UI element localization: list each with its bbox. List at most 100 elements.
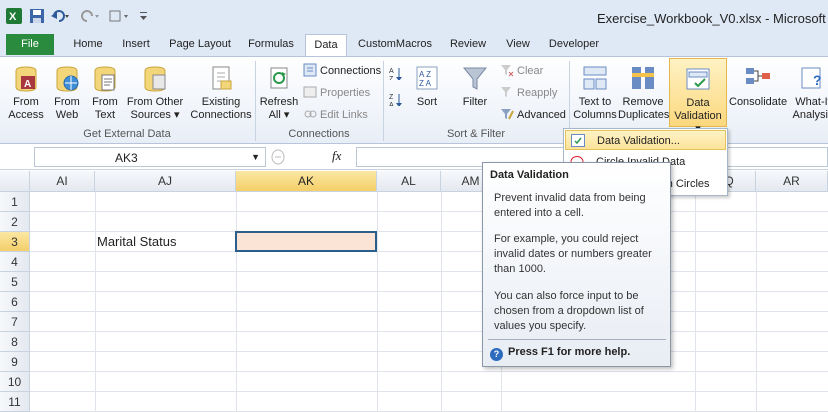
filter-label: Filter bbox=[462, 96, 488, 108]
consolidate-label-1: Consolidate bbox=[729, 96, 788, 108]
tab-data[interactable]: Data bbox=[305, 34, 347, 56]
text-to-columns-label-2: Columns bbox=[573, 109, 617, 121]
tab-home[interactable]: Home bbox=[66, 34, 110, 56]
properties-button[interactable]: Properties bbox=[303, 84, 370, 102]
formula-divider-icon bbox=[271, 149, 285, 165]
data-validation-button[interactable]: Data Validation ▾ bbox=[669, 58, 727, 135]
sort-a-to-z-button[interactable]: AZ bbox=[389, 65, 406, 83]
sort-z-to-a-button[interactable]: ZA bbox=[389, 91, 406, 109]
column-header-al[interactable]: AL bbox=[377, 171, 441, 192]
existing-connections-label-1: Existing bbox=[201, 96, 241, 108]
what-if-analysis-icon: ? bbox=[801, 67, 822, 89]
text-to-columns-button[interactable]: Text to Columns bbox=[572, 63, 618, 122]
redo-icon[interactable] bbox=[80, 8, 100, 24]
access-database-icon: A bbox=[15, 66, 37, 92]
insert-function-icon[interactable]: fx bbox=[332, 148, 341, 164]
quick-access-icon[interactable] bbox=[108, 8, 132, 24]
from-access-label-2: Access bbox=[8, 109, 44, 121]
svg-text:A Z: A Z bbox=[419, 70, 431, 79]
remove-duplicates-button[interactable]: Remove Duplicates bbox=[618, 63, 669, 122]
grid-line bbox=[377, 192, 378, 412]
reapply-button[interactable]: Reapply bbox=[500, 84, 557, 102]
row-header-4[interactable]: 4 bbox=[0, 252, 30, 272]
name-box-value: AK3 bbox=[115, 151, 138, 165]
from-web-label-1: From bbox=[54, 96, 80, 108]
from-web-button[interactable]: From Web bbox=[48, 63, 86, 122]
row-header-2[interactable]: 2 bbox=[0, 212, 30, 232]
advanced-filter-icon bbox=[501, 109, 514, 120]
column-header-ak[interactable]: AK bbox=[236, 171, 377, 192]
row-header-3[interactable]: 3 bbox=[0, 232, 30, 252]
save-icon[interactable] bbox=[29, 8, 45, 24]
advanced-label: Advanced bbox=[517, 109, 566, 121]
tab-custommacros[interactable]: CustomMacros bbox=[352, 34, 438, 56]
customize-qat-icon[interactable] bbox=[138, 8, 150, 24]
svg-text:Z A: Z A bbox=[419, 79, 432, 88]
refresh-all-button[interactable]: Refresh All ▾ bbox=[258, 63, 300, 122]
tooltip-paragraph-1: Prevent invalid data from being entered … bbox=[494, 192, 646, 219]
filter-funnel-icon bbox=[462, 67, 488, 90]
grid-line bbox=[30, 291, 828, 292]
undo-icon[interactable] bbox=[50, 8, 70, 24]
menu-item-data-validation[interactable]: Data Validation... bbox=[565, 130, 726, 150]
column-header-aj[interactable]: AJ bbox=[95, 171, 236, 192]
connections-button[interactable]: Connections bbox=[303, 62, 381, 80]
svg-text:X: X bbox=[9, 11, 17, 23]
column-header-ai[interactable]: AI bbox=[30, 171, 95, 192]
advanced-filter-button[interactable]: Advanced bbox=[500, 106, 566, 124]
ribbon-tab-bar: File Home Insert Page Layout Formulas Da… bbox=[0, 34, 828, 56]
connections-label: Connections bbox=[320, 65, 382, 77]
edit-links-button[interactable]: Edit Links bbox=[303, 106, 368, 124]
tab-review[interactable]: Review bbox=[444, 34, 492, 56]
cell-aj3[interactable]: Marital Status bbox=[97, 232, 176, 252]
existing-connections-button[interactable]: Existing Connections bbox=[190, 63, 252, 122]
tab-formulas[interactable]: Formulas bbox=[242, 34, 300, 56]
grid-line bbox=[30, 391, 828, 392]
reapply-label: Reapply bbox=[517, 87, 558, 99]
from-text-label-1: From bbox=[92, 96, 118, 108]
consolidate-button[interactable]: Consolidate bbox=[729, 63, 787, 109]
tooltip-paragraph-2: For example, you could reject invalid da… bbox=[494, 233, 652, 275]
other-sources-icon bbox=[144, 66, 166, 92]
svg-text:A: A bbox=[389, 68, 394, 75]
sort-ascending-icon: AZ bbox=[389, 68, 402, 80]
name-box[interactable]: AK3 ▼ bbox=[34, 147, 266, 167]
worksheet-grid[interactable]: AI AJ AK AL AM AQ AR 1 2 3 4 5 6 7 8 9 1… bbox=[0, 171, 828, 412]
svg-text:Z: Z bbox=[389, 94, 394, 101]
grid-line bbox=[30, 271, 828, 272]
row-header-1[interactable]: 1 bbox=[0, 192, 30, 212]
what-if-analysis-button[interactable]: ? What-If Analysis bbox=[788, 63, 828, 122]
grid-line bbox=[30, 331, 828, 332]
tab-view[interactable]: View bbox=[499, 34, 537, 56]
from-access-button[interactable]: A From Access bbox=[4, 63, 48, 122]
row-header-8[interactable]: 8 bbox=[0, 332, 30, 352]
row-header-11[interactable]: 11 bbox=[0, 392, 30, 412]
data-validation-icon bbox=[571, 134, 585, 147]
from-other-label-1: From Other bbox=[126, 96, 184, 108]
properties-label: Properties bbox=[320, 87, 371, 99]
from-other-sources-button[interactable]: From Other Sources ▾ bbox=[124, 63, 186, 122]
row-header-6[interactable]: 6 bbox=[0, 292, 30, 312]
grid-line bbox=[441, 192, 442, 412]
tab-file[interactable]: File bbox=[6, 34, 54, 55]
select-all-corner[interactable] bbox=[0, 171, 30, 192]
from-text-button[interactable]: From Text bbox=[86, 63, 124, 122]
column-header-ar[interactable]: AR bbox=[756, 171, 828, 192]
sort-dialog-icon: A Z Z A bbox=[416, 66, 438, 90]
tab-developer[interactable]: Developer bbox=[542, 34, 606, 56]
what-if-label-1: What-If bbox=[795, 96, 828, 108]
tab-insert[interactable]: Insert bbox=[114, 34, 158, 56]
cell-ak3-selected[interactable] bbox=[235, 231, 377, 252]
sort-button[interactable]: A Z Z A Sort bbox=[410, 63, 444, 109]
group-label-connections: Connections bbox=[288, 128, 350, 140]
tab-page-layout[interactable]: Page Layout bbox=[164, 34, 236, 56]
row-header-5[interactable]: 5 bbox=[0, 272, 30, 292]
clear-label: Clear bbox=[517, 65, 544, 77]
properties-icon bbox=[303, 86, 317, 98]
clear-button[interactable]: Clear bbox=[500, 62, 543, 80]
row-header-10[interactable]: 10 bbox=[0, 372, 30, 392]
filter-button[interactable]: Filter bbox=[456, 63, 494, 109]
row-header-9[interactable]: 9 bbox=[0, 352, 30, 372]
row-header-7[interactable]: 7 bbox=[0, 312, 30, 332]
chevron-down-icon[interactable]: ▼ bbox=[251, 152, 260, 162]
